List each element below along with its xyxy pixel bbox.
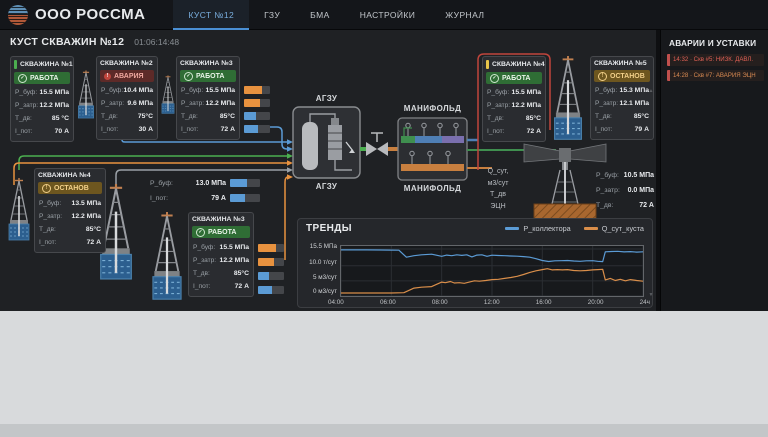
tab-gzu[interactable]: ГЗУ xyxy=(249,0,295,30)
agzu-label: АГЗУ xyxy=(293,94,360,103)
page-background xyxy=(0,311,768,437)
gauge-bar xyxy=(244,86,270,94)
well-card-4-stopped[interactable]: СКВАЖИНА №4 ОСТАНОВ Р_буф:13.5 МПа Р_зат… xyxy=(34,168,106,253)
well-color-bar xyxy=(486,60,489,69)
gauge-bar xyxy=(230,179,260,187)
legend-item[interactable]: Q_сут_куста xyxy=(584,224,644,233)
check-icon xyxy=(18,74,27,83)
well-name: СКВАЖИНА №4 xyxy=(38,172,91,179)
manifold-block[interactable] xyxy=(398,118,467,180)
well-name: СКВАЖИНА №1 xyxy=(20,61,73,68)
check-icon xyxy=(490,74,499,83)
manifold-label: МАНИФОЛЬД xyxy=(398,184,467,193)
y-axis-tick: 10.0 т/сут xyxy=(300,259,337,266)
alarm-list-item[interactable]: 14:28 · Скв #7: АВАРИЯ ЭЦН xyxy=(667,70,764,82)
well-name: СКВАЖИНА №2 xyxy=(100,60,153,67)
gauge-bar xyxy=(244,125,270,133)
company-name: ООО РОССМА xyxy=(35,6,145,23)
status-badge: РАБОТА xyxy=(192,226,250,238)
wellhead-readout: Р_буф:13.0 МПа I_пот:79 А xyxy=(150,176,226,206)
well-name: СКВАЖИНА №3 xyxy=(192,216,245,223)
alarms-title: АВАРИИ И УСТАВКИ xyxy=(669,38,762,48)
status-badge: ОСТАНОВ xyxy=(38,182,102,194)
gauge-bar xyxy=(258,258,284,266)
derrick-icon xyxy=(549,56,587,142)
tab-settings[interactable]: НАСТРОЙКИ xyxy=(345,0,431,30)
esp-pump-icon xyxy=(524,144,606,228)
y-axis-tick: 5 м3/сут xyxy=(300,274,337,281)
gauge-bar xyxy=(244,112,270,120)
y-axis-tick: 15.5 МПа xyxy=(300,243,337,250)
derrick-icon xyxy=(146,212,188,302)
agzu-label: АГЗУ xyxy=(293,182,360,191)
well-card-2[interactable]: СКВАЖИНА №2 АВАРИЯ Р_буф:10.4 МПа Р_затр… xyxy=(96,56,158,140)
scroll-down-arrow[interactable]: ▼ xyxy=(647,292,655,298)
scada-app: ООО РОССМА КУСТ №12 ГЗУ БМА НАСТРОЙКИ ЖУ… xyxy=(0,0,768,437)
alarms-panel: АВАРИИ И УСТАВКИ 14:32 · Скв #5: НИЗК. Д… xyxy=(660,30,768,311)
well-name: СКВАЖИНА №5 xyxy=(594,60,647,67)
trends-panel: ТРЕНДЫ Р_коллектора Q_сут_куста 15.5 МПа… xyxy=(297,218,653,308)
y-axis-tick: 0 м3/сут xyxy=(300,288,337,295)
content-area: КУСТ СКВАЖИН №12 01:06:14:48 xyxy=(0,30,768,311)
top-navbar: ООО РОССМА КУСТ №12 ГЗУ БМА НАСТРОЙКИ ЖУ… xyxy=(0,0,768,30)
nav-tabs: КУСТ №12 ГЗУ БМА НАСТРОЙКИ ЖУРНАЛ xyxy=(173,0,499,30)
well-card-3[interactable]: СКВАЖИНА №3 РАБОТА Р_буф:15.5 МПа Р_затр… xyxy=(176,56,240,140)
gauge-bar xyxy=(258,272,284,280)
status-badge: РАБОТА xyxy=(486,72,542,84)
gauge-bar xyxy=(258,286,284,294)
well-card-3-bottom[interactable]: СКВАЖИНА №3 РАБОТА Р_буф:15.5 МПа Р_затр… xyxy=(188,212,254,297)
agzu-block[interactable] xyxy=(293,107,360,178)
well-color-bar xyxy=(14,60,17,69)
line-swatch-icon xyxy=(584,227,598,230)
x-axis-ticks: 04:00 06:00 08:00 12:00 16:00 20:00 24ч xyxy=(328,299,650,306)
trends-title: ТРЕНДЫ xyxy=(306,223,352,234)
tab-bma[interactable]: БМА xyxy=(295,0,345,30)
company-logo-icon xyxy=(8,5,28,25)
warning-icon xyxy=(42,184,51,193)
line-swatch-icon xyxy=(505,227,519,230)
gauge-bar xyxy=(230,194,260,202)
derrick-icon xyxy=(76,60,96,130)
scroll-up-arrow[interactable]: ▲ xyxy=(647,88,655,94)
alarm-icon xyxy=(104,73,111,80)
derrick-icon xyxy=(160,62,176,128)
well-name: СКВАЖИНА №3 xyxy=(180,60,233,67)
esp-params: Р_буф:10.5 МПа Р_затр:0.0 МПа Т_дв:72 А xyxy=(596,168,654,213)
status-badge: РАБОТА xyxy=(180,70,236,82)
warning-icon xyxy=(598,72,607,81)
tab-journal[interactable]: ЖУРНАЛ xyxy=(430,0,499,30)
manifold-label: МАНИФОЛЬД xyxy=(398,104,467,113)
check-icon xyxy=(184,72,193,81)
gauge-bar xyxy=(244,99,270,107)
tab-kust-12[interactable]: КУСТ №12 xyxy=(173,0,249,30)
status-badge: АВАРИЯ xyxy=(100,70,154,82)
legend-item[interactable]: Р_коллектора xyxy=(505,224,570,233)
derrick-icon xyxy=(6,170,32,250)
bottom-strip xyxy=(0,424,768,437)
trend-chart[interactable] xyxy=(340,245,644,297)
chart-legend: Р_коллектора Q_сут_куста xyxy=(497,224,644,233)
gauge-bar xyxy=(258,244,284,252)
check-icon xyxy=(196,228,205,237)
well-card-1[interactable]: СКВАЖИНА №1 РАБОТА Р_буф:15.5 МПа Р_затр… xyxy=(10,56,74,142)
well-cluster-panel: КУСТ СКВАЖИН №12 01:06:14:48 xyxy=(0,30,656,311)
main-valve-icon[interactable] xyxy=(366,133,388,156)
well-card-5[interactable]: СКВАЖИНА №5 ОСТАНОВ Р_буф:15.3 МПа Р_зат… xyxy=(590,56,654,140)
status-badge: ОСТАНОВ xyxy=(594,70,650,82)
well-card-4[interactable]: СКВАЖИНА №4 РАБОТА Р_буф:15.5 МПа Р_затр… xyxy=(482,56,546,142)
esp-caption: Q_сут, м3/сут Т_дв ЭЦН xyxy=(472,166,524,212)
status-badge: РАБОТА xyxy=(14,72,70,84)
alarm-list-item[interactable]: 14:32 · Скв #5: НИЗК. ДАВЛ. xyxy=(667,54,764,66)
well-name: СКВАЖИНА №4 xyxy=(492,61,545,68)
